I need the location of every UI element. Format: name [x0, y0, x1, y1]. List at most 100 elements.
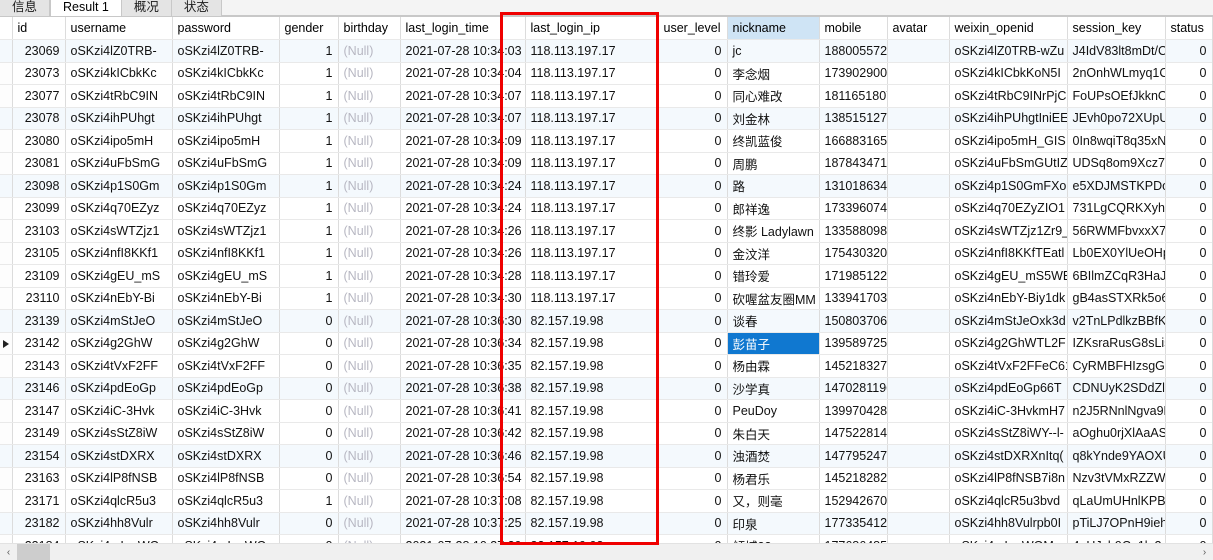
cell-mobile[interactable]: 1310186349 — [819, 174, 888, 198]
cell-nickname[interactable]: 沙学真 — [727, 377, 820, 400]
cell-gender[interactable]: 1 — [279, 219, 339, 243]
cell-birthday[interactable]: (Null) — [338, 512, 401, 535]
cell-nickname[interactable]: PeuDoy — [727, 399, 820, 423]
table-row[interactable]: 23147 oSKzi4iC-3Hvk oSKzi4iC-3Hvk 0 (Null) 20… — [0, 399, 1213, 423]
cell-last_login_ip[interactable]: 82.157.19.98 — [525, 444, 659, 468]
cell-status[interactable]: 0 — [1165, 219, 1213, 243]
cell-last_login_ip[interactable]: 118.113.197.17 — [525, 287, 659, 310]
cell-last_login_time[interactable]: 2021-07-28 10:36:42 — [400, 422, 526, 445]
cell-last_login_ip[interactable]: 82.157.19.98 — [525, 467, 659, 490]
cell-user_level[interactable]: 0 — [658, 399, 728, 423]
cell-password[interactable]: oSKzi4tRbC9IN — [172, 84, 280, 108]
cell-avatar[interactable] — [887, 287, 950, 310]
cell-user_level[interactable]: 0 — [658, 422, 728, 445]
cell-avatar[interactable] — [887, 107, 950, 130]
cell-birthday[interactable]: (Null) — [338, 309, 401, 333]
cell-status[interactable]: 0 — [1165, 152, 1213, 175]
cell-status[interactable]: 0 — [1165, 129, 1213, 153]
cell-gender[interactable]: 1 — [279, 107, 339, 130]
column-header-nickname[interactable]: nickname — [727, 17, 820, 40]
row-gutter-cell[interactable] — [0, 174, 13, 198]
cell-weixin_openid[interactable]: oSKzi4sStZ8iWY--l- — [949, 422, 1068, 445]
cell-status[interactable]: 0 — [1165, 287, 1213, 310]
cell-id[interactable]: 23147 — [12, 399, 66, 423]
cell-last_login_ip[interactable]: 82.157.19.98 — [525, 399, 659, 423]
cell-birthday[interactable]: (Null) — [338, 444, 401, 468]
cell-weixin_openid[interactable]: oSKzi4p1S0GmFXo — [949, 174, 1068, 198]
cell-nickname[interactable]: 砍喔盆友圈MM — [727, 287, 820, 310]
cell-session_key[interactable]: 56RWMFbvxxX7 — [1067, 219, 1166, 243]
cell-weixin_openid[interactable]: oSKzi4lP8fNSB7i8n — [949, 467, 1068, 490]
column-header-status[interactable]: status — [1165, 17, 1213, 40]
cell-gender[interactable]: 0 — [279, 399, 339, 423]
cell-last_login_ip[interactable]: 118.113.197.17 — [525, 39, 659, 63]
cell-avatar[interactable] — [887, 129, 950, 153]
cell-mobile[interactable]: 1878434714 — [819, 152, 888, 175]
cell-last_login_time[interactable]: 2021-07-28 10:36:34 — [400, 332, 526, 355]
row-gutter-cell[interactable] — [0, 489, 13, 513]
table-row[interactable]: 23078 oSKzi4ihPUhgt oSKzi4ihPUhgt 1 (Null) 20… — [0, 107, 1213, 130]
cell-session_key[interactable]: JEvh0po72XUpU — [1067, 107, 1166, 130]
cell-username[interactable]: oSKzi4iC-3Hvk — [65, 399, 173, 423]
cell-mobile[interactable]: 1470281196 — [819, 377, 888, 400]
cell-avatar[interactable] — [887, 197, 950, 220]
cell-weixin_openid[interactable]: oSKzi4g2GhWTL2F — [949, 332, 1068, 355]
column-header-user_level[interactable]: user_level — [658, 17, 728, 40]
cell-nickname[interactable]: 金汶洋 — [727, 242, 820, 265]
cell-session_key[interactable]: 0In8wqiT8q35xN — [1067, 129, 1166, 153]
cell-gender[interactable]: 1 — [279, 152, 339, 175]
cell-birthday[interactable]: (Null) — [338, 242, 401, 265]
cell-user_level[interactable]: 0 — [658, 129, 728, 153]
table-row[interactable]: 23149 oSKzi4sStZ8iW oSKzi4sStZ8iW 0 (Null) 20… — [0, 422, 1213, 445]
cell-weixin_openid[interactable]: oSKzi4stDXRXnItq( — [949, 444, 1068, 468]
row-gutter-cell[interactable] — [0, 354, 13, 378]
cell-id[interactable]: 23073 — [12, 62, 66, 85]
cell-last_login_ip[interactable]: 82.157.19.98 — [525, 332, 659, 355]
cell-password[interactable]: oSKzi4ihPUhgt — [172, 107, 280, 130]
cell-session_key[interactable]: Lb0EX0YlUeOHp — [1067, 242, 1166, 265]
column-header-last_login_time[interactable]: last_login_time — [400, 17, 526, 40]
cell-status[interactable]: 0 — [1165, 512, 1213, 535]
tab-item-3[interactable]: 状态 — [171, 0, 222, 16]
cell-password[interactable]: oSKzi4pdEoGp — [172, 377, 280, 400]
cell-password[interactable]: oSKzi4ipo5mH — [172, 129, 280, 153]
cell-password[interactable]: oSKzi4q70EZyz — [172, 197, 280, 220]
cell-birthday[interactable]: (Null) — [338, 534, 401, 543]
cell-session_key[interactable]: q8kYnde9YAOXU — [1067, 444, 1166, 468]
cell-weixin_openid[interactable]: oSKzi4mLmWQMa — [949, 534, 1068, 543]
scroll-right-arrow-icon[interactable]: › — [1196, 544, 1213, 560]
cell-avatar[interactable] — [887, 534, 950, 543]
column-header-last_login_ip[interactable]: last_login_ip — [525, 17, 659, 40]
cell-avatar[interactable] — [887, 84, 950, 108]
cell-session_key[interactable]: UDSq8om9Xcz7r — [1067, 152, 1166, 175]
cell-mobile[interactable]: 1733960744 — [819, 197, 888, 220]
cell-last_login_ip[interactable]: 82.157.19.98 — [525, 354, 659, 378]
cell-last_login_ip[interactable]: 118.113.197.17 — [525, 152, 659, 175]
cell-avatar[interactable] — [887, 39, 950, 63]
table-row[interactable]: 23146 oSKzi4pdEoGp oSKzi4pdEoGp 0 (Null) 2021… — [0, 377, 1213, 400]
cell-last_login_ip[interactable]: 82.157.19.98 — [525, 534, 659, 543]
cell-nickname[interactable]: 路 — [727, 174, 820, 198]
cell-nickname[interactable]: 李念烟 — [727, 62, 820, 85]
cell-status[interactable]: 0 — [1165, 467, 1213, 490]
cell-last_login_time[interactable]: 2021-07-28 10:37:25 — [400, 512, 526, 535]
cell-gender[interactable]: 1 — [279, 242, 339, 265]
cell-id[interactable]: 23171 — [12, 489, 66, 513]
cell-password[interactable]: oSKzi4uFbSmG — [172, 152, 280, 175]
cell-mobile[interactable]: 1477952476 — [819, 444, 888, 468]
cell-avatar[interactable] — [887, 512, 950, 535]
row-gutter-cell[interactable] — [0, 399, 13, 423]
cell-status[interactable]: 0 — [1165, 242, 1213, 265]
cell-user_level[interactable]: 0 — [658, 39, 728, 63]
cell-last_login_time[interactable]: 2021-07-28 10:36:35 — [400, 354, 526, 378]
tab-item-0[interactable]: 信息 — [0, 0, 51, 16]
cell-id[interactable]: 23154 — [12, 444, 66, 468]
cell-last_login_ip[interactable]: 118.113.197.17 — [525, 197, 659, 220]
cell-nickname[interactable]: 杨君乐 — [727, 467, 820, 490]
cell-last_login_time[interactable]: 2021-07-28 10:37:08 — [400, 489, 526, 513]
cell-nickname[interactable]: 错玲爱 — [727, 264, 820, 288]
cell-id[interactable]: 23080 — [12, 129, 66, 153]
row-gutter-cell[interactable] — [0, 107, 13, 130]
table-row[interactable]: 23139 oSKzi4mStJeO oSKzi4mStJeO 0 (Null) 2021… — [0, 309, 1213, 333]
row-gutter-cell[interactable] — [0, 444, 13, 468]
